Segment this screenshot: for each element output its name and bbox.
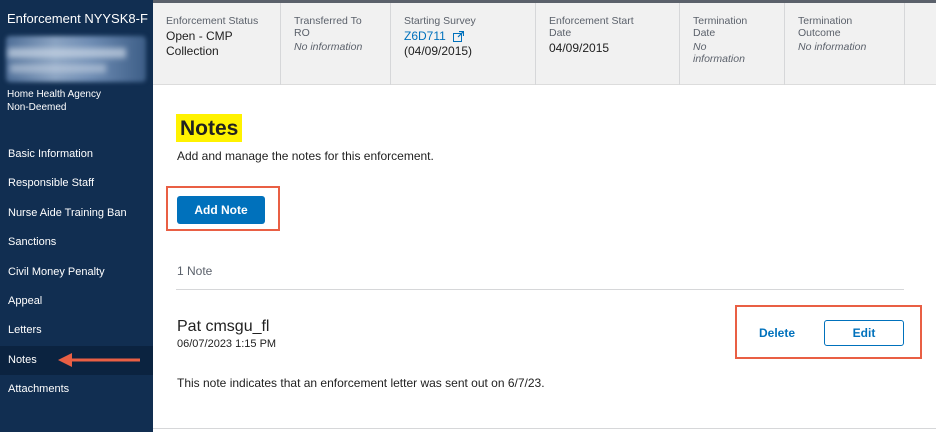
sidebar-item-attachments[interactable]: Attachments <box>0 375 153 404</box>
starting-survey-date: (04/09/2015) <box>404 44 473 58</box>
termination-outcome-value: No information <box>798 41 867 53</box>
redacted-facility-line-2 <box>10 64 106 73</box>
enforcement-status-field: Enforcement Status Open - CMP Collection <box>153 3 281 85</box>
page-title: Notes <box>176 114 243 142</box>
termination-date-label: Termination <box>693 15 748 27</box>
divider <box>176 289 904 290</box>
starting-survey-link-row[interactable]: Z6D711 <box>404 29 535 44</box>
enforcement-start-label: Enforcement Start <box>549 15 634 27</box>
starting-survey-label: Starting Survey <box>404 15 476 27</box>
enforcement-id-title: Enforcement NYYSK8-F <box>7 11 148 26</box>
termination-date-value: No <box>693 41 707 53</box>
transferred-to-value: No information <box>294 41 363 53</box>
enforcement-status-value-line2: Collection <box>166 44 219 58</box>
sidebar-item-appeal[interactable]: Appeal <box>0 287 153 316</box>
enforcement-start-value: 04/09/2015 <box>549 41 610 55</box>
transferred-to-field: Transferred To RO No information <box>281 3 391 85</box>
sidebar-item-sanctions[interactable]: Sanctions <box>0 228 153 257</box>
note-timestamp: 06/07/2023 1:15 PM <box>177 338 277 350</box>
transferred-to-label-line2: RO <box>294 27 310 39</box>
note-count: 1 Note <box>177 264 213 278</box>
redacted-facility-line <box>8 48 126 58</box>
facility-type: Home Health Agency <box>7 89 101 100</box>
arrow-left-icon <box>58 353 140 367</box>
external-link-icon[interactable] <box>453 31 465 42</box>
enforcement-start-date-field: Enforcement Start Date 04/09/2015 <box>536 3 680 85</box>
edit-note-button[interactable]: Edit <box>824 320 904 346</box>
termination-date-label-line2: Date <box>693 27 716 39</box>
transferred-to-label: Transferred To <box>294 15 362 27</box>
sidebar-item-basic-information[interactable]: Basic Information <box>0 140 153 169</box>
deemed-status: Non-Deemed <box>7 102 67 113</box>
redacted-facility-name <box>6 36 146 82</box>
enforcement-status-value-line1: Open - CMP <box>166 29 233 43</box>
termination-outcome-field: Termination Outcome No information <box>785 3 905 85</box>
termination-outcome-label-line2: Outcome <box>798 27 841 39</box>
termination-date-field: Termination Date No information <box>680 3 785 85</box>
enforcement-status-value: Open - CMP Collection <box>166 29 280 59</box>
delete-note-button[interactable]: Delete <box>759 326 795 340</box>
sidebar-item-letters[interactable]: Letters <box>0 316 153 345</box>
content-bottom-border <box>153 428 936 429</box>
enforcement-status-label: Enforcement Status <box>166 15 259 27</box>
termination-date-value-line2: information <box>693 53 745 65</box>
starting-survey-link[interactable]: Z6D711 <box>404 29 446 43</box>
sidebar-item-responsible-staff[interactable]: Responsible Staff <box>0 169 153 198</box>
starting-survey-field: Starting Survey Z6D711 (04/09/2015) <box>391 3 536 85</box>
note-author: Pat cmsgu_fl <box>177 318 270 335</box>
enforcement-start-label-line2: Date <box>549 27 572 39</box>
enforcement-summary-header: Enforcement Status Open - CMP Collection… <box>153 3 936 85</box>
page-description: Add and manage the notes for this enforc… <box>177 149 434 163</box>
termination-outcome-label: Termination <box>798 15 853 27</box>
sidebar-item-nurse-aide-training-ban[interactable]: Nurse Aide Training Ban <box>0 199 153 228</box>
sidebar-item-civil-money-penalty[interactable]: Civil Money Penalty <box>0 258 153 287</box>
note-text: This note indicates that an enforcement … <box>177 376 545 390</box>
add-note-button[interactable]: Add Note <box>177 196 265 224</box>
